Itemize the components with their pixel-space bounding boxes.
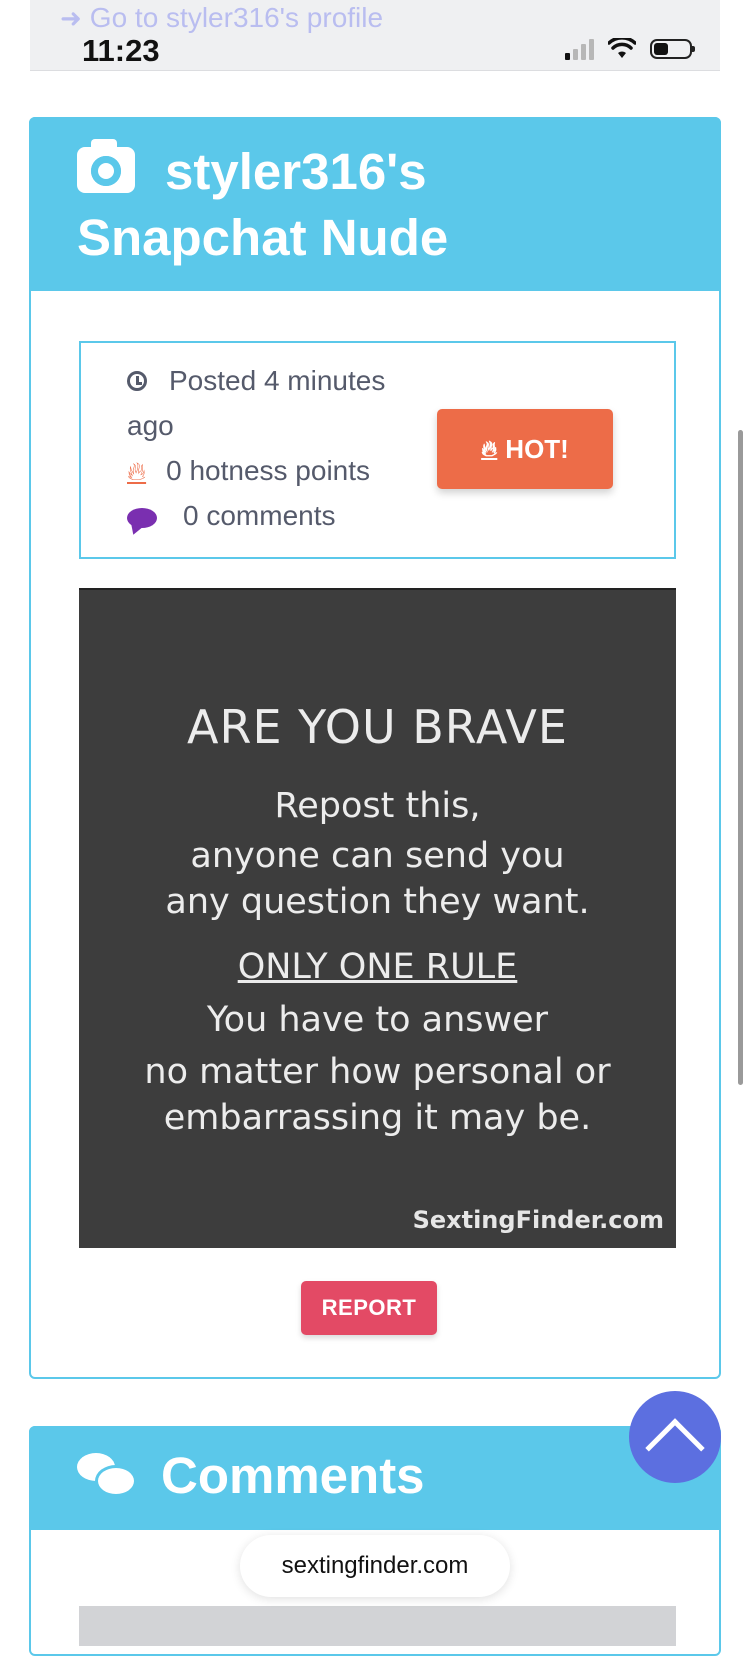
post-title-line2: Snapchat Nude <box>77 209 449 266</box>
battery-icon <box>650 39 695 59</box>
hotness-points: 🔥︎ 0 hotness points <box>127 455 371 486</box>
camera-icon <box>77 139 135 193</box>
image-text-line: You have to answer <box>206 1000 549 1040</box>
hot-button-label: HOT! <box>505 433 569 464</box>
signal-icon <box>565 38 594 60</box>
post-image[interactable]: ARE YOU BRAVE Repost this, anyone can se… <box>79 588 676 1248</box>
image-rule: ONLY ONE RULE <box>237 947 518 987</box>
image-text-line: embarrassing it may be. <box>163 1098 592 1138</box>
comments-title: Comments <box>77 1446 425 1505</box>
chevron-up-icon <box>645 1418 705 1478</box>
flame-icon: 🔥︎ <box>481 436 498 461</box>
profile-link-label: Go to styler316's profile <box>89 2 384 33</box>
comments-icon <box>77 1451 137 1497</box>
status-bar: ➜ Go to styler316's profile 11:23 <box>30 0 720 71</box>
post-header: styler316's Snapchat Nude <box>29 117 721 291</box>
image-text-line: Repost this, <box>274 786 481 826</box>
post-meta-box: Posted 4 minutes ago 🔥︎ 0 hotness points … <box>79 341 676 559</box>
image-text-line: anyone can send you <box>190 836 565 876</box>
image-heading: ARE YOU BRAVE <box>187 700 568 754</box>
post-title-line1: styler316's <box>165 143 427 200</box>
clock-time: 11:23 <box>82 33 160 68</box>
posted-time-suffix: ago <box>127 410 174 441</box>
scrollbar[interactable] <box>738 430 743 1085</box>
profile-link[interactable]: ➜ Go to styler316's profile <box>60 2 383 34</box>
image-text-line: any question they want. <box>165 882 590 922</box>
arrow-right-icon: ➜ <box>60 2 82 33</box>
comments-header: Comments <box>29 1426 721 1530</box>
system-icons <box>565 38 695 60</box>
post-title: styler316's Snapchat Nude <box>77 139 677 271</box>
comment-input-placeholder <box>79 1606 676 1646</box>
post-card: styler316's Snapchat Nude Posted 4 minut… <box>29 117 721 1379</box>
scroll-to-top-button[interactable] <box>629 1391 721 1483</box>
clock-icon <box>127 371 147 391</box>
wifi-icon <box>608 38 636 58</box>
comment-icon <box>127 508 157 528</box>
posted-time: Posted 4 minutes <box>127 365 385 397</box>
report-button[interactable]: REPORT <box>301 1281 437 1335</box>
hot-button[interactable]: 🔥︎ HOT! <box>437 409 613 489</box>
comments-count[interactable]: 0 comments <box>127 500 336 532</box>
image-text-line: no matter how personal or <box>144 1052 611 1092</box>
image-watermark: SextingFinder.com <box>412 1206 664 1234</box>
flame-icon: 🔥︎ <box>127 456 147 486</box>
browser-url-bar[interactable]: sextingfinder.com <box>240 1535 510 1597</box>
